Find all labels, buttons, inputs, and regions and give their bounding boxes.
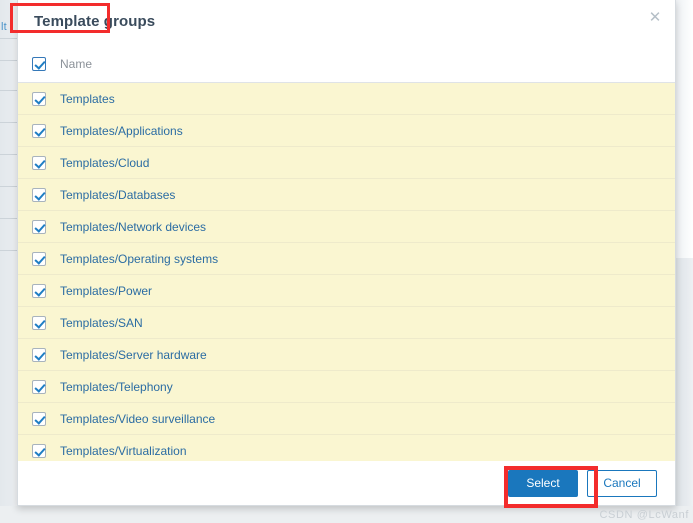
row-checkbox[interactable] — [32, 379, 46, 394]
background-divider — [0, 90, 17, 91]
list-item[interactable]: Templates/Databases — [18, 179, 675, 211]
background-divider — [0, 60, 17, 61]
dialog-footer: Select Cancel — [18, 461, 675, 505]
dialog-header: Template groups ✕ — [18, 0, 675, 45]
row-checkbox[interactable] — [32, 315, 46, 330]
row-checkbox[interactable] — [32, 347, 46, 362]
select-button[interactable]: Select — [508, 469, 578, 497]
row-checkbox[interactable] — [32, 123, 46, 138]
background-right-panel-upper — [676, 0, 693, 258]
background-right-panel-lower — [676, 258, 693, 523]
row-checkbox[interactable] — [32, 91, 46, 106]
list-item-label[interactable]: Templates/Telephony — [60, 380, 173, 394]
row-checkbox[interactable] — [32, 187, 46, 202]
list-item-label[interactable]: Templates/SAN — [60, 316, 143, 330]
cancel-button[interactable]: Cancel — [587, 469, 657, 497]
list-item[interactable]: Templates/Power — [18, 275, 675, 307]
list-item-label[interactable]: Templates/Operating systems — [60, 252, 218, 266]
background-divider — [0, 186, 17, 187]
list-item-label[interactable]: Templates/Cloud — [60, 156, 149, 170]
background-left-panel — [0, 0, 17, 523]
list-item-label[interactable]: Templates/Video surveillance — [60, 412, 215, 426]
list-item[interactable]: Templates/Video surveillance — [18, 403, 675, 435]
page-title: Template groups — [34, 13, 156, 30]
list-item[interactable]: Templates/Telephony — [18, 371, 675, 403]
list-rows: Templates Templates/Applications Templat… — [18, 83, 675, 467]
list-item-label[interactable]: Templates/Server hardware — [60, 348, 207, 362]
list-item[interactable]: Templates/Cloud — [18, 147, 675, 179]
watermark: CSDN @LcWanf — [599, 509, 689, 521]
row-checkbox[interactable] — [32, 283, 46, 298]
list-item-label[interactable]: Templates/Network devices — [60, 220, 206, 234]
list-item-label[interactable]: Templates/Power — [60, 284, 152, 298]
list-item-label[interactable]: Templates — [60, 92, 115, 106]
list-item[interactable]: Templates/Applications — [18, 115, 675, 147]
list-item-label[interactable]: Templates/Databases — [60, 188, 175, 202]
close-icon[interactable]: ✕ — [646, 8, 664, 26]
column-header-name-label: Name — [60, 56, 93, 71]
background-divider — [0, 38, 17, 39]
background-divider — [0, 122, 17, 123]
background-divider — [0, 154, 17, 155]
template-groups-dialog: Template groups ✕ Name Templates Templat… — [17, 0, 676, 506]
row-checkbox[interactable] — [32, 219, 46, 234]
list-item[interactable]: Templates/SAN — [18, 307, 675, 339]
background-text-fragment: lt — [1, 21, 7, 33]
list-column-header: Name — [18, 45, 675, 83]
background-divider — [0, 218, 17, 219]
row-checkbox[interactable] — [32, 251, 46, 266]
template-groups-list: Name Templates Templates/Applications Te… — [18, 45, 675, 467]
list-item[interactable]: Templates/Operating systems — [18, 243, 675, 275]
select-all-checkbox[interactable] — [32, 56, 46, 71]
row-checkbox[interactable] — [32, 155, 46, 170]
list-item-label[interactable]: Templates/Applications — [60, 124, 183, 138]
list-item-label[interactable]: Templates/Virtualization — [60, 444, 187, 458]
list-item[interactable]: Templates/Server hardware — [18, 339, 675, 371]
row-checkbox[interactable] — [32, 411, 46, 426]
background-bottom-strip — [0, 506, 693, 523]
list-item[interactable]: Templates/Network devices — [18, 211, 675, 243]
list-item[interactable]: Templates — [18, 83, 675, 115]
background-divider — [0, 250, 17, 251]
row-checkbox[interactable] — [32, 444, 46, 458]
